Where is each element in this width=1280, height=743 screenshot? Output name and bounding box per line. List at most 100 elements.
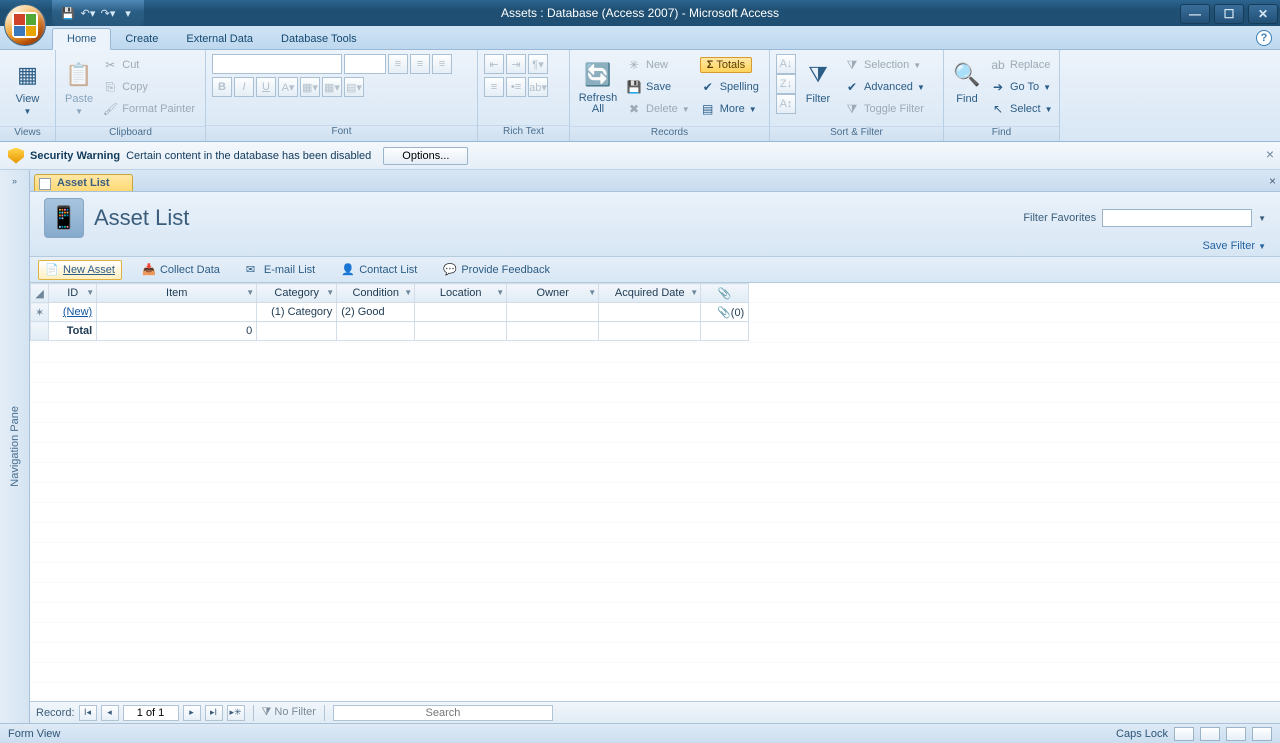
delete-record-button[interactable]: ✖Delete▼ (622, 98, 694, 120)
cell-attachment[interactable]: 📎(0) (701, 303, 749, 322)
fill-color-button[interactable]: ▦▾ (300, 77, 320, 97)
sort-asc-button[interactable]: A↓ (776, 54, 796, 74)
column-header-acquired-date[interactable]: Acquired Date▼ (599, 284, 701, 303)
format-painter-button[interactable]: 🖌Format Painter (98, 98, 199, 120)
toggle-filter-button[interactable]: ⧩Toggle Filter (840, 98, 929, 120)
increase-indent-button[interactable]: ⇥ (506, 54, 526, 74)
security-options-button[interactable]: Options... (383, 147, 468, 165)
sort-desc-button[interactable]: Z↓ (776, 74, 796, 94)
cell-item[interactable] (97, 303, 257, 322)
spelling-button[interactable]: ✔Spelling (696, 76, 763, 98)
navigation-pane[interactable]: » Navigation Pane (0, 170, 30, 723)
filter-favorites-combo[interactable] (1102, 209, 1252, 227)
table-row-new[interactable]: ✶ (New) (1) Category (2) Good 📎(0) (31, 303, 749, 322)
chevron-down-icon[interactable]: ▼ (86, 288, 94, 297)
cell-category[interactable]: (1) Category (257, 303, 337, 322)
filter-indicator[interactable]: ⧩ No Filter (262, 706, 316, 719)
datasheet[interactable]: ◢ ID▼ Item▼ Category▼ Condition▼ Locatio… (30, 283, 1280, 701)
filter-button[interactable]: ⧩ Filter (798, 54, 838, 122)
italic-button[interactable]: I (234, 77, 254, 97)
column-header-item[interactable]: Item▼ (97, 284, 257, 303)
align-center-button[interactable]: ≡ (410, 54, 430, 74)
redo-icon[interactable]: ↷▾ (100, 5, 116, 21)
font-name-combo[interactable] (212, 54, 342, 74)
cut-button[interactable]: ✂Cut (98, 54, 199, 76)
font-color-button[interactable]: A▾ (278, 77, 298, 97)
row-selector-new[interactable]: ✶ (31, 303, 49, 322)
close-button[interactable]: ✕ (1248, 4, 1278, 24)
next-record-button[interactable]: ▸ (183, 705, 201, 721)
column-header-category[interactable]: Category▼ (257, 284, 337, 303)
last-record-button[interactable]: ▸I (205, 705, 223, 721)
collect-data-button[interactable]: 📥Collect Data (136, 261, 226, 279)
first-record-button[interactable]: I◂ (79, 705, 97, 721)
layout-view-button[interactable] (1226, 727, 1246, 741)
tab-home[interactable]: Home (52, 28, 111, 50)
decrease-indent-button[interactable]: ⇤ (484, 54, 504, 74)
save-filter-dropdown-icon[interactable]: ▼ (1258, 242, 1266, 251)
record-search-input[interactable] (333, 705, 553, 721)
clear-sort-button[interactable]: A↕ (776, 94, 796, 114)
datasheet-view-button[interactable] (1200, 727, 1220, 741)
new-record-nav-button[interactable]: ▸✳ (227, 705, 245, 721)
alternate-row-button[interactable]: ▤▾ (344, 77, 364, 97)
ltr-button[interactable]: ¶▾ (528, 54, 548, 74)
cell-location[interactable] (415, 303, 507, 322)
column-header-id[interactable]: ID▼ (49, 284, 97, 303)
view-button[interactable]: ▦ View ▼ (6, 54, 49, 122)
tab-external-data[interactable]: External Data (172, 29, 267, 49)
copy-button[interactable]: ⎘Copy (98, 76, 199, 98)
select-button[interactable]: ↖Select▼ (986, 98, 1057, 120)
document-tab-asset-list[interactable]: Asset List (34, 174, 133, 191)
totals-button[interactable]: Σ Totals (696, 54, 763, 76)
undo-icon[interactable]: ↶▾ (80, 5, 96, 21)
security-close-button[interactable]: × (1266, 146, 1274, 162)
save-record-button[interactable]: 💾Save (622, 76, 694, 98)
office-button[interactable] (4, 4, 46, 46)
replace-button[interactable]: abReplace (986, 54, 1057, 76)
highlight-button[interactable]: ab▾ (528, 77, 548, 97)
find-button[interactable]: 🔍 Find (950, 54, 984, 122)
design-view-button[interactable] (1252, 727, 1272, 741)
goto-button[interactable]: ➔Go To▼ (986, 76, 1057, 98)
document-tab-close-button[interactable]: × (1269, 174, 1276, 188)
help-icon[interactable]: ? (1256, 30, 1272, 46)
new-asset-button[interactable]: 📄New Asset (38, 260, 122, 280)
cell-owner[interactable] (507, 303, 599, 322)
gridlines-button[interactable]: ▦▾ (322, 77, 342, 97)
underline-button[interactable]: U (256, 77, 276, 97)
minimize-button[interactable]: — (1180, 4, 1210, 24)
align-right-button[interactable]: ≡ (432, 54, 452, 74)
chevron-down-icon[interactable]: ▼ (496, 288, 504, 297)
chevron-down-icon[interactable]: ▼ (404, 288, 412, 297)
align-left-button[interactable]: ≡ (388, 54, 408, 74)
cell-condition[interactable]: (2) Good (337, 303, 415, 322)
chevron-down-icon[interactable]: ▼ (246, 288, 254, 297)
provide-feedback-button[interactable]: 💬Provide Feedback (437, 261, 556, 279)
new-id-link[interactable]: (New) (63, 306, 92, 318)
font-size-combo[interactable] (344, 54, 386, 74)
save-icon[interactable]: 💾 (60, 5, 76, 21)
record-counter-input[interactable] (123, 705, 179, 721)
tab-database-tools[interactable]: Database Tools (267, 29, 371, 49)
column-header-owner[interactable]: Owner▼ (507, 284, 599, 303)
maximize-button[interactable]: ☐ (1214, 4, 1244, 24)
chevron-down-icon[interactable]: ▼ (690, 288, 698, 297)
selection-button[interactable]: ⧩Selection▼ (840, 54, 929, 76)
new-record-button[interactable]: ✳New (622, 54, 694, 76)
column-header-location[interactable]: Location▼ (415, 284, 507, 303)
tab-create[interactable]: Create (111, 29, 172, 49)
chevron-down-icon[interactable]: ▼ (1258, 214, 1266, 223)
qat-customize-icon[interactable]: ▾ (120, 5, 136, 21)
column-header-attachment[interactable]: 📎 (701, 284, 749, 303)
cell-acquired-date[interactable] (599, 303, 701, 322)
navpane-expand-icon[interactable]: » (6, 176, 24, 190)
save-filter-link[interactable]: Save Filter (1202, 240, 1255, 252)
select-all-corner[interactable]: ◢ (31, 284, 49, 303)
refresh-all-button[interactable]: 🔄 Refresh All (576, 54, 620, 122)
contact-list-button[interactable]: 👤Contact List (335, 261, 423, 279)
paste-button[interactable]: 📋 Paste ▼ (62, 54, 96, 122)
chevron-down-icon[interactable]: ▼ (326, 288, 334, 297)
more-button[interactable]: ▤More▼ (696, 98, 763, 120)
column-header-condition[interactable]: Condition▼ (337, 284, 415, 303)
